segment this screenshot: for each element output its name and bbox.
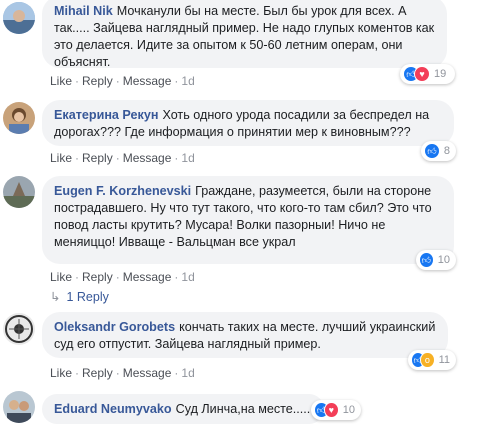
reaction-summary[interactable]: 👍︎ o 11 — [408, 350, 456, 370]
reply-link[interactable]: Reply — [82, 366, 113, 380]
avatar[interactable] — [3, 391, 35, 423]
like-link[interactable]: Like — [50, 151, 72, 165]
user-avatar-icon — [3, 176, 35, 208]
avatar[interactable] — [3, 102, 35, 134]
comment-author[interactable]: Eduard Neumyvako — [54, 402, 172, 416]
user-avatar-icon — [3, 2, 35, 34]
reaction-count: 10 — [342, 404, 355, 416]
reply-arrow-icon: ↳ — [50, 290, 61, 304]
love-reaction-icon: ♥ — [323, 402, 339, 418]
message-link[interactable]: Message — [123, 270, 172, 284]
comment-bubble: Oleksandr Gorobets кончать таких на месте… — [42, 312, 448, 358]
reaction-count: 11 — [438, 354, 450, 366]
user-avatar-icon — [3, 102, 35, 134]
reaction-summary[interactable]: 👍︎ ♥ 10 — [311, 400, 361, 420]
avatar[interactable] — [3, 2, 35, 34]
reaction-summary[interactable]: 👍︎ 10 — [416, 250, 456, 270]
comment-bubble: Eduard Neumyvako Суд Линча,на месте..... — [42, 394, 324, 424]
like-reaction-icon: 👍︎ — [419, 252, 434, 268]
message-link[interactable]: Message — [123, 151, 172, 165]
reaction-count: 19 — [434, 68, 447, 80]
view-replies-link[interactable]: ↳ 1 Reply — [50, 289, 109, 304]
reply-link[interactable]: Reply — [82, 151, 113, 165]
comment-author[interactable]: Eugen F. Korzhenevski — [54, 184, 191, 198]
like-link[interactable]: Like — [50, 270, 72, 284]
reaction-count: 10 — [437, 254, 450, 266]
comment-actions: Like · Reply · Message · 1d — [50, 151, 195, 165]
reply-link[interactable]: Reply — [82, 270, 113, 284]
timestamp[interactable]: 1d — [181, 270, 194, 284]
replies-count[interactable]: 1 Reply — [66, 290, 108, 304]
avatar[interactable] — [3, 313, 35, 345]
comment-author[interactable]: Oleksandr Gorobets — [54, 320, 175, 334]
like-reaction-icon: 👍︎ — [424, 143, 440, 159]
comment-bubble: Екатерина Рекун Хоть одного урода посадил… — [42, 100, 454, 146]
reply-link[interactable]: Reply — [82, 74, 113, 88]
timestamp[interactable]: 1d — [181, 74, 194, 88]
reaction-summary[interactable]: 👍︎ ♥ 19 — [400, 64, 455, 84]
timestamp[interactable]: 1d — [181, 366, 194, 380]
like-link[interactable]: Like — [50, 366, 72, 380]
comment-author[interactable]: Екатерина Рекун — [54, 108, 158, 122]
like-link[interactable]: Like — [50, 74, 72, 88]
comment-actions: Like · Reply · Message · 1d — [50, 270, 195, 284]
comment-text: Суд Линча,на месте..... — [175, 402, 311, 416]
wow-reaction-icon: o — [420, 352, 435, 368]
comment-author[interactable]: Mihail Nik — [54, 4, 113, 18]
love-reaction-icon: ♥ — [414, 66, 430, 82]
user-avatar-icon — [3, 313, 35, 345]
user-avatar-icon — [3, 391, 35, 423]
reaction-summary[interactable]: 👍︎ 8 — [421, 141, 456, 161]
comment-actions: Like · Reply · Message · 1d — [50, 74, 195, 88]
avatar[interactable] — [3, 176, 35, 208]
message-link[interactable]: Message — [123, 366, 172, 380]
comment-bubble: Mihail Nik Мочканули бы на месте. Был бы … — [42, 0, 447, 69]
reaction-count: 8 — [443, 145, 450, 157]
comment-bubble: Eugen F. Korzhenevski Граждане, разумеетс… — [42, 176, 454, 264]
timestamp[interactable]: 1d — [181, 151, 194, 165]
comment-actions: Like · Reply · Message · 1d — [50, 366, 195, 380]
message-link[interactable]: Message — [123, 74, 172, 88]
